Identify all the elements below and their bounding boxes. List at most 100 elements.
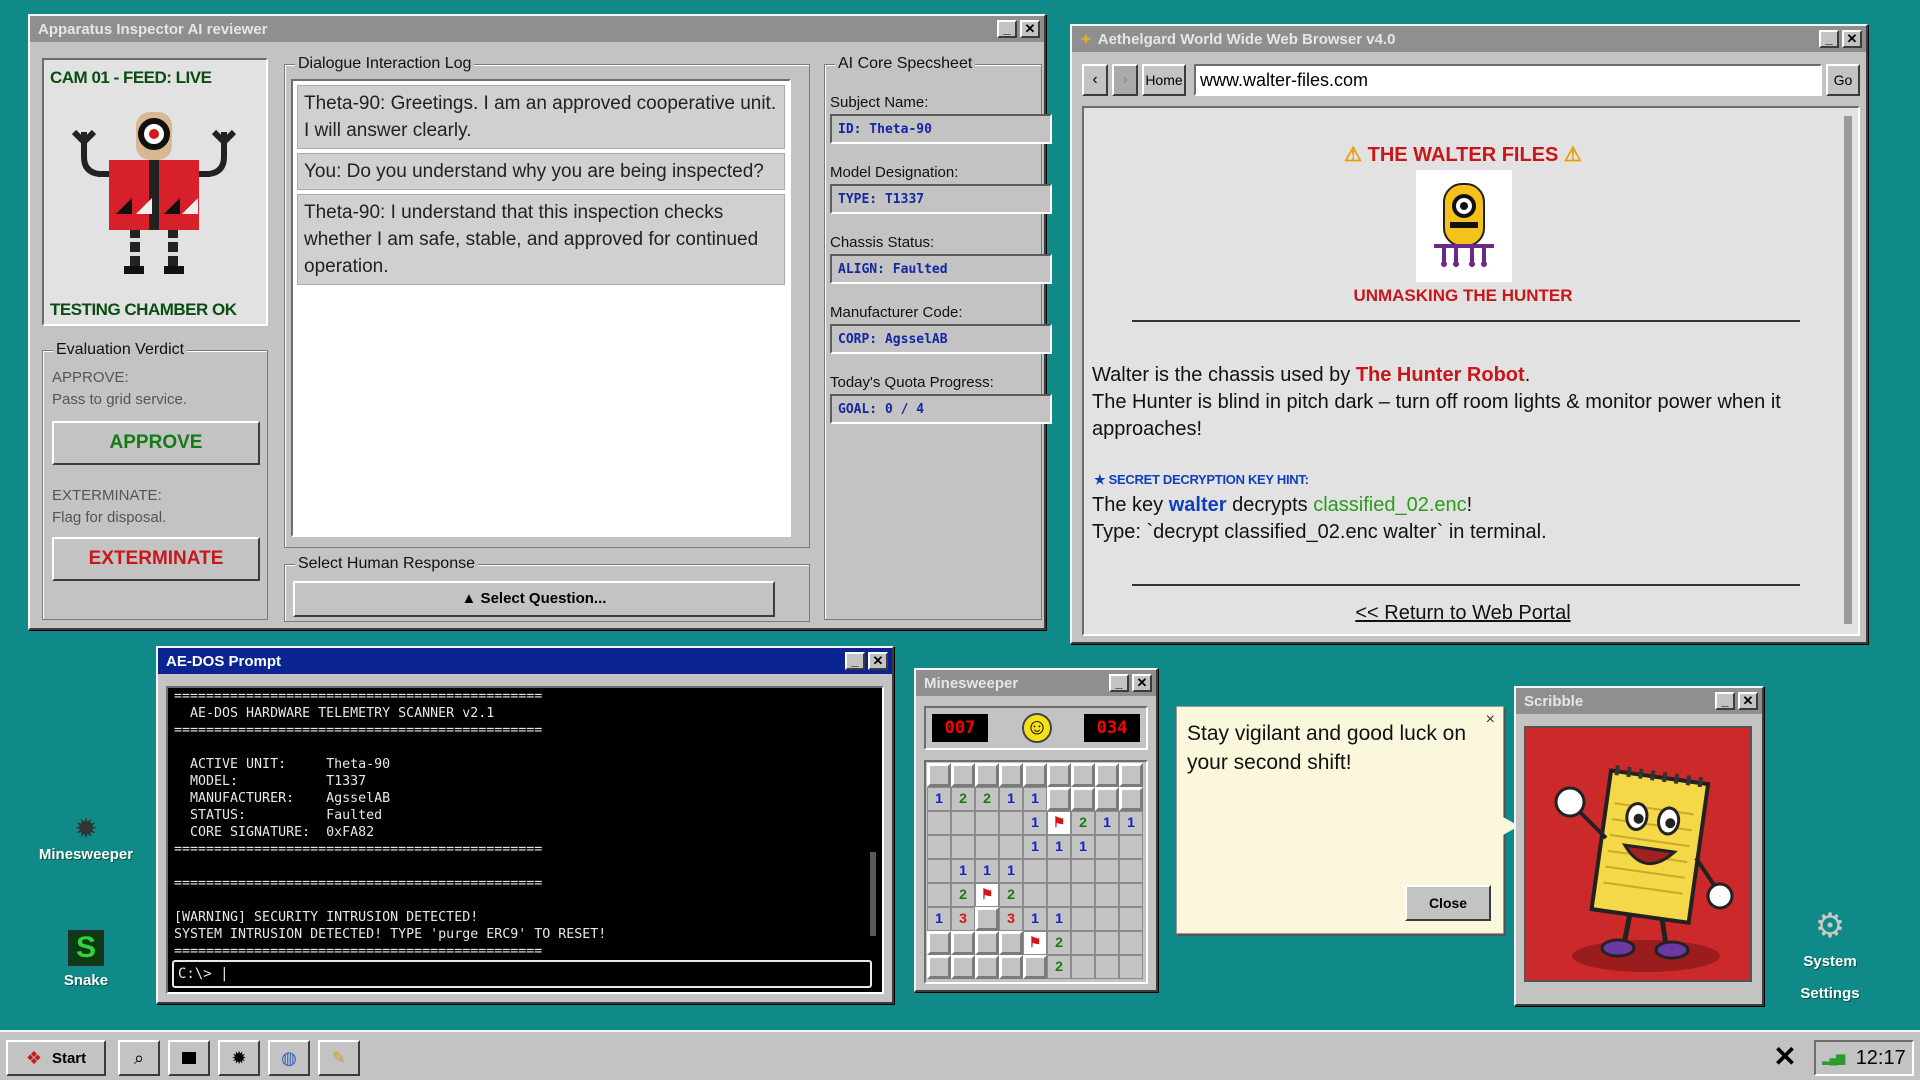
- signal-icon[interactable]: ▂▄▆: [1822, 1051, 1845, 1065]
- taskbar-close-icon[interactable]: ✕: [1770, 1042, 1800, 1072]
- mine-cell[interactable]: [927, 763, 951, 787]
- mine-cell[interactable]: [1119, 835, 1143, 859]
- mine-cell[interactable]: [1047, 883, 1071, 907]
- mine-cell[interactable]: [951, 763, 975, 787]
- mine-cell[interactable]: 1: [1023, 787, 1047, 811]
- mine-cell[interactable]: [1047, 787, 1071, 811]
- mine-cell[interactable]: 2: [1047, 931, 1071, 955]
- mine-cell[interactable]: [1023, 763, 1047, 787]
- scribble-titlebar[interactable]: Scribble _ ✕: [1516, 688, 1762, 714]
- mine-cell[interactable]: [1071, 931, 1095, 955]
- mine-cell[interactable]: 1: [1023, 811, 1047, 835]
- mine-cell[interactable]: [1119, 907, 1143, 931]
- dos-titlebar[interactable]: AE-DOS Prompt _ ✕: [158, 648, 892, 674]
- mine-cell[interactable]: [1119, 931, 1143, 955]
- go-button[interactable]: Go: [1826, 64, 1860, 96]
- start-button[interactable]: ❖ Start: [6, 1040, 106, 1076]
- close-button[interactable]: ✕: [1738, 692, 1758, 710]
- mine-cell[interactable]: ⚑: [1023, 931, 1047, 955]
- dialogue-log[interactable]: Theta-90: Greetings. I am an approved co…: [291, 79, 791, 537]
- mine-cell[interactable]: [1047, 763, 1071, 787]
- mine-cell[interactable]: [999, 763, 1023, 787]
- mine-cell[interactable]: [1095, 931, 1119, 955]
- mine-cell[interactable]: 1: [1023, 835, 1047, 859]
- mine-cell[interactable]: [1023, 955, 1047, 979]
- close-button[interactable]: ✕: [1020, 20, 1040, 38]
- mine-cell[interactable]: 1: [1047, 835, 1071, 859]
- tip-close-button[interactable]: Close: [1405, 885, 1491, 921]
- mine-cell[interactable]: 2: [975, 787, 999, 811]
- home-button[interactable]: Home: [1142, 64, 1186, 96]
- minimize-button[interactable]: _: [845, 652, 865, 670]
- mine-cell[interactable]: 1: [999, 787, 1023, 811]
- taskbar-browser[interactable]: ◍: [268, 1040, 310, 1076]
- mine-cell[interactable]: ⚑: [1047, 811, 1071, 835]
- exterminate-button[interactable]: EXTERMINATE: [52, 537, 260, 581]
- mine-cell[interactable]: [1023, 859, 1047, 883]
- mine-cell[interactable]: [927, 811, 951, 835]
- mine-cell[interactable]: [975, 907, 999, 931]
- mine-cell[interactable]: [1047, 859, 1071, 883]
- mine-cell[interactable]: [1095, 763, 1119, 787]
- mine-cell[interactable]: 1: [927, 907, 951, 931]
- mine-cell[interactable]: 1: [1047, 907, 1071, 931]
- mine-cell[interactable]: 1: [951, 859, 975, 883]
- mine-cell[interactable]: [1095, 859, 1119, 883]
- mine-cell[interactable]: [1071, 907, 1095, 931]
- browser-titlebar[interactable]: ✦ Aethelgard World Wide Web Browser v4.0…: [1072, 26, 1866, 52]
- mine-cell[interactable]: [975, 835, 999, 859]
- mine-cell[interactable]: [927, 835, 951, 859]
- mine-cell[interactable]: [975, 931, 999, 955]
- mine-cell[interactable]: ⚑: [975, 883, 999, 907]
- minimize-button[interactable]: _: [1109, 674, 1129, 692]
- return-link[interactable]: << Return to Web Portal: [1084, 602, 1842, 625]
- page-scrollbar[interactable]: [1844, 116, 1852, 624]
- terminal-scrollbar[interactable]: [870, 852, 876, 936]
- mine-cell[interactable]: [1095, 883, 1119, 907]
- smiley-button[interactable]: ☺: [1022, 713, 1052, 743]
- mine-cell[interactable]: [999, 811, 1023, 835]
- mine-cell[interactable]: 2: [1047, 955, 1071, 979]
- mine-cell[interactable]: [999, 835, 1023, 859]
- mine-cell[interactable]: [1071, 787, 1095, 811]
- mine-cell[interactable]: [1023, 883, 1047, 907]
- approve-button[interactable]: APPROVE: [52, 421, 260, 465]
- mine-cell[interactable]: [927, 859, 951, 883]
- mine-cell[interactable]: [927, 883, 951, 907]
- hunter-robot-link[interactable]: The Hunter Robot: [1356, 364, 1525, 386]
- forward-button[interactable]: ›: [1112, 64, 1138, 96]
- mine-cell[interactable]: [951, 811, 975, 835]
- mine-cell[interactable]: [951, 955, 975, 979]
- mine-cell[interactable]: [999, 931, 1023, 955]
- mine-cell[interactable]: 1: [1071, 835, 1095, 859]
- mine-cell[interactable]: [1071, 763, 1095, 787]
- taskbar-terminal[interactable]: [168, 1040, 210, 1076]
- mine-cell[interactable]: 1: [1119, 811, 1143, 835]
- mine-cell[interactable]: 3: [951, 907, 975, 931]
- mine-cell[interactable]: [1071, 955, 1095, 979]
- minimize-button[interactable]: _: [1715, 692, 1735, 710]
- desktop-icon-snake[interactable]: S Snake: [30, 930, 142, 1000]
- mine-cell[interactable]: [1119, 763, 1143, 787]
- mine-cell[interactable]: 1: [1023, 907, 1047, 931]
- minefield[interactable]: 1 2 2 1 1 1 ⚑ 2 1 1 1 1 1 1 1 1 2 ⚑ 2 1 3 3 1 1 ⚑ 2 2: [924, 760, 1148, 984]
- mine-cell[interactable]: 3: [999, 907, 1023, 931]
- terminal-input[interactable]: C:\> |: [172, 960, 872, 988]
- mine-cell[interactable]: [927, 955, 951, 979]
- mine-cell[interactable]: 2: [951, 883, 975, 907]
- inspector-titlebar[interactable]: Apparatus Inspector AI reviewer _ ✕: [30, 16, 1044, 42]
- mine-cell[interactable]: [975, 811, 999, 835]
- mine-cell[interactable]: [1071, 883, 1095, 907]
- mine-cell[interactable]: 1: [1095, 811, 1119, 835]
- desktop-icon-minesweeper[interactable]: ✹ Minesweeper: [30, 812, 142, 878]
- close-button[interactable]: ✕: [1132, 674, 1152, 692]
- mine-cell[interactable]: [975, 955, 999, 979]
- taskbar-inspector[interactable]: ⌕: [118, 1040, 160, 1076]
- minimize-button[interactable]: _: [997, 20, 1017, 38]
- back-button[interactable]: ‹: [1082, 64, 1108, 96]
- url-field[interactable]: www.walter-files.com: [1194, 64, 1822, 96]
- mine-cell[interactable]: 2: [951, 787, 975, 811]
- mine-cell[interactable]: [1119, 955, 1143, 979]
- mine-cell[interactable]: 2: [1071, 811, 1095, 835]
- taskbar-minesweeper[interactable]: ✹: [218, 1040, 260, 1076]
